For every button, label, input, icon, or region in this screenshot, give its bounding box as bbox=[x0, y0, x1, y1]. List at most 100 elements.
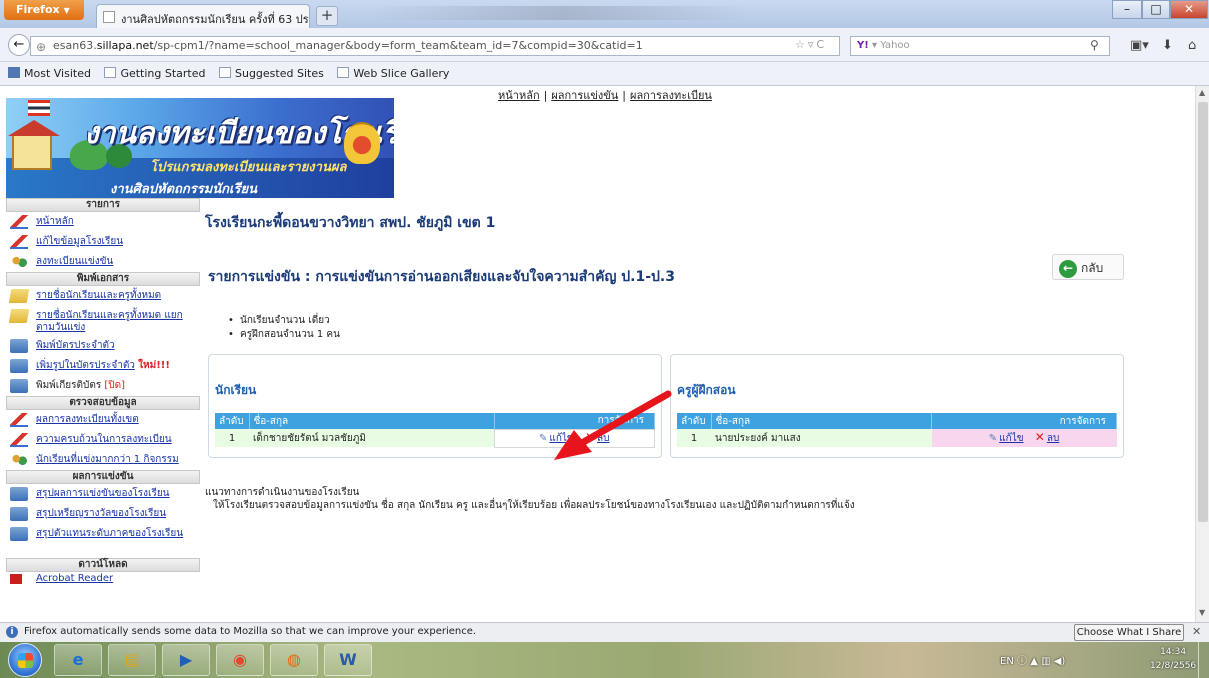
start-button[interactable] bbox=[8, 643, 42, 677]
column-header-name: ชื่อ-สกุล bbox=[249, 413, 495, 429]
sidebar-item-names-by-day[interactable]: รายชื่อนักเรียนและครูทั้งหมด แยกตามวันแข… bbox=[6, 306, 200, 336]
browser-tab[interactable]: งานศิลปหัตถกรรมนักเรียน ครั้งที่ 63 ประจ… bbox=[96, 4, 310, 28]
sidebar-item-acrobat[interactable]: Acrobat Reader bbox=[6, 572, 200, 592]
sidebar-item-print-id-card[interactable]: พิมพ์บัตรประจำตัว bbox=[6, 336, 200, 356]
pencil-icon bbox=[10, 413, 28, 427]
row-order: 1 bbox=[677, 429, 711, 447]
close-icon[interactable]: ✕ bbox=[1192, 625, 1201, 638]
yahoo-icon: Y! bbox=[857, 40, 869, 51]
sidebar-item-add-photo[interactable]: เพิ่มรูปในบัตรประจำตัว ใหม่!!! bbox=[6, 356, 200, 376]
acrobat-icon bbox=[10, 574, 22, 584]
minimize-button[interactable]: – bbox=[1112, 0, 1142, 19]
annotation-arrow-icon bbox=[554, 390, 672, 460]
url-bar-actions[interactable]: ☆▿C bbox=[795, 38, 827, 51]
home-icon[interactable]: ⌂ bbox=[1188, 38, 1196, 53]
notification-text: Firefox automatically sends some data to… bbox=[24, 626, 477, 637]
scroll-up-icon[interactable]: ▲ bbox=[1199, 88, 1205, 97]
school-building-icon bbox=[8, 120, 60, 170]
teachers-panel-title: ครูผู้ฝึกสอน bbox=[677, 383, 736, 397]
search-magnifier-icon[interactable]: ⚲ bbox=[1090, 38, 1099, 52]
bookmark-getting-started[interactable]: Getting Started bbox=[104, 67, 206, 80]
sidebar-section-check: ตรวจสอบข้อมูล bbox=[6, 396, 200, 410]
volume-icon[interactable]: ◀) bbox=[1054, 656, 1066, 667]
sidebar-section-menu: รายการ bbox=[6, 198, 200, 212]
sidebar-section-print: พิมพ์เอกสาร bbox=[6, 272, 200, 286]
file-explorer-icon[interactable]: ▤ bbox=[108, 644, 156, 676]
help-icon[interactable]: ⓘ bbox=[1017, 656, 1030, 667]
sidebar-item-edit-school[interactable]: แก้ไขข้อมูลโรงเรียน bbox=[6, 232, 200, 252]
search-bar[interactable]: Y! ▾ Yahoo bbox=[850, 36, 1110, 56]
sidebar: รายการ หน้าหลัก แก้ไขข้อมูลโรงเรียน ลงทะ… bbox=[6, 198, 200, 622]
sidebar-item-multi-activity[interactable]: นักเรียนที่แข่งมากกว่า 1 กิจกรรม bbox=[6, 450, 200, 470]
info-icon: i bbox=[6, 626, 18, 638]
most-visited-icon bbox=[8, 67, 20, 78]
system-tray: EN ⓘ ▲ ▥ ◀) bbox=[1000, 652, 1065, 667]
row-actions: ✎แก้ไข ✕ลบ bbox=[931, 429, 1117, 447]
sidebar-item-completeness[interactable]: ความครบถ้วนในการลงทะเบียน bbox=[6, 430, 200, 450]
chrome-icon[interactable]: ◉ bbox=[216, 644, 264, 676]
column-header-order: ลำดับ bbox=[677, 413, 712, 429]
page-favicon-icon bbox=[103, 11, 115, 23]
word-icon[interactable]: W bbox=[324, 644, 372, 676]
sidebar-item-summary-regional[interactable]: สรุปตัวแทนระดับภาคของโรงเรียน bbox=[6, 524, 200, 544]
card-icon bbox=[10, 359, 28, 373]
edit-pencil-icon: ✎ bbox=[988, 433, 998, 444]
firefox-icon[interactable]: ◍ bbox=[270, 644, 318, 676]
vertical-scrollbar[interactable]: ▲ ▼ bbox=[1195, 86, 1209, 622]
back-arrow-icon[interactable]: ← bbox=[8, 34, 30, 56]
teachers-panel: ครูผู้ฝึกสอน ลำดับ ชื่อ-สกุล การจัดการ 1… bbox=[670, 354, 1124, 458]
page-viewport: หน้าหลัก | ผลการแข่งขัน | ผลการลงทะเบียน งาน… bbox=[0, 86, 1195, 622]
back-arrow-icon: ← bbox=[1059, 259, 1077, 278]
close-window-button[interactable]: ✕ bbox=[1170, 0, 1208, 19]
sidebar-item-register-contest[interactable]: ลงทะเบียนแข่งขัน bbox=[6, 252, 200, 272]
firefox-menu-button[interactable]: Firefox ▼ bbox=[4, 0, 84, 20]
teachers-table-header: ลำดับ ชื่อ-สกุล การจัดการ bbox=[677, 413, 1117, 429]
choose-what-i-share-button[interactable]: Choose What I Share bbox=[1074, 624, 1184, 641]
clock[interactable]: 14:34 12/8/2556 bbox=[1150, 645, 1196, 673]
maximize-button[interactable]: □ bbox=[1142, 0, 1170, 19]
show-desktop-button[interactable] bbox=[1198, 642, 1209, 678]
guidance-text: แนวทางการดำเนินงานของโรงเรียน ให้โรงเรีย… bbox=[205, 486, 855, 512]
new-tab-button[interactable]: + bbox=[316, 6, 338, 26]
bookmark-most-visited[interactable]: Most Visited bbox=[8, 67, 91, 80]
sidebar-item-home[interactable]: หน้าหลัก bbox=[6, 212, 200, 232]
top-menu-results-link[interactable]: ผลการแข่งขัน bbox=[551, 89, 618, 102]
media-player-icon[interactable]: ▶ bbox=[162, 644, 210, 676]
delete-link[interactable]: ลบ bbox=[1047, 433, 1059, 444]
network-icon[interactable]: ▥ bbox=[1041, 656, 1054, 667]
row-teacher-name: นายประยงค์ มาแสง bbox=[711, 429, 932, 447]
scroll-down-icon[interactable]: ▼ bbox=[1199, 608, 1205, 617]
tray-arrow-icon[interactable]: ▲ bbox=[1030, 656, 1041, 667]
row-order: 1 bbox=[215, 429, 249, 447]
top-menu-home-link[interactable]: หน้าหลัก bbox=[498, 89, 540, 102]
card-icon bbox=[10, 339, 28, 353]
sidebar-item-all-names[interactable]: รายชื่อนักเรียนและครูทั้งหมด bbox=[6, 286, 200, 306]
url-bar[interactable]: ⊕ esan63.sillapa.net/sp-cpm1/?name=schoo… bbox=[30, 36, 840, 56]
card-icon bbox=[10, 507, 28, 521]
search-placeholder: Yahoo bbox=[880, 40, 910, 51]
pencil-icon bbox=[10, 235, 28, 249]
bookmark-suggested-sites[interactable]: Suggested Sites bbox=[219, 67, 324, 80]
tab-title: งานศิลปหัตถกรรมนักเรียน ครั้งที่ 63 ประจ… bbox=[121, 13, 309, 26]
scrollbar-thumb[interactable] bbox=[1198, 102, 1208, 522]
internet-explorer-icon[interactable]: e bbox=[54, 644, 102, 676]
contest-title: รายการแข่งขัน : การแข่งขันการอ่านออกเสีย… bbox=[208, 269, 675, 285]
sidebar-item-certificate[interactable]: พิมพ์เกียรติบัตร [ปิด] bbox=[6, 376, 200, 396]
bookmark-web-slice-gallery[interactable]: Web Slice Gallery bbox=[337, 67, 449, 80]
sidebar-item-summary-medals[interactable]: สรุปเหรียญรางวัลของโรงเรียน bbox=[6, 504, 200, 524]
navigation-toolbar: ← ⊕ esan63.sillapa.net/sp-cpm1/?name=sch… bbox=[0, 28, 1209, 62]
edit-link[interactable]: แก้ไข bbox=[999, 433, 1023, 444]
ministry-emblem-icon bbox=[344, 122, 380, 164]
top-menu-registration-link[interactable]: ผลการลงทะเบียน bbox=[630, 89, 712, 102]
new-badge: ใหม่!!! bbox=[138, 360, 170, 371]
guidance-body: ให้โรงเรียนตรวจสอบข้อมูลการแข่งขัน ชื่อ … bbox=[213, 500, 855, 511]
notification-bar: i Firefox automatically sends some data t… bbox=[0, 622, 1209, 642]
back-button[interactable]: ← กลับ bbox=[1052, 254, 1124, 280]
delete-x-icon: ✕ bbox=[1034, 430, 1045, 444]
bookmark-page-icon bbox=[104, 67, 117, 78]
sidebar-item-district-results[interactable]: ผลการลงทะเบียนทั้งเขต bbox=[6, 410, 200, 430]
download-icon[interactable]: ⬇ bbox=[1162, 38, 1173, 53]
bookmarks-menu-icon[interactable]: ▣▾ bbox=[1130, 38, 1149, 53]
sidebar-item-summary-results[interactable]: สรุปผลการแข่งขันของโรงเรียน bbox=[6, 484, 200, 504]
language-indicator[interactable]: EN bbox=[1000, 656, 1014, 667]
